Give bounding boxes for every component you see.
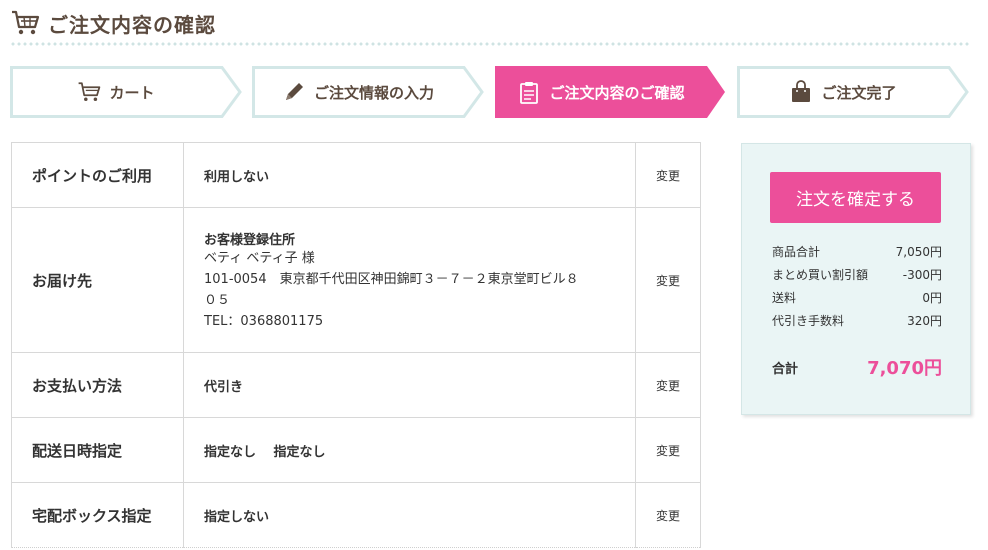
cod-fee-label: 代引き手数料 (772, 314, 845, 328)
table-row-datetime: 配送日時指定 指定なし 指定なし 変更 (11, 417, 701, 483)
recipient-name: ベティ ベティ子 様 (204, 250, 315, 266)
shipping-label: 送料 (772, 291, 797, 305)
points-value: 利用しない (183, 142, 636, 208)
order-info-table: ポイントのご利用 利用しない 変更 お届け先 お客様登録住所 ベティ ベティ子 … (11, 142, 701, 548)
points-label: ポイントのご利用 (11, 142, 184, 208)
payment-value: 代引き (183, 352, 636, 418)
summary-row-shipping: 送料 0円 (772, 289, 942, 306)
box-label: 宅配ボックス指定 (11, 482, 184, 548)
cart-icon (79, 82, 101, 101)
clipboard-icon (520, 82, 539, 104)
box-change-link[interactable]: 変更 (656, 509, 680, 523)
step-confirm: ご注文内容のご確認 (495, 66, 727, 118)
discount-label: まとめ買い割引額 (772, 268, 869, 282)
address-line-1: 101-0054 東京都千代田区神田錦町３－７－２東京堂町ビル８ (204, 271, 579, 287)
payment-label: お支払い方法 (11, 352, 184, 418)
table-row-box: 宅配ボックス指定 指定しない 変更 (11, 482, 701, 548)
address-title: お客様登録住所 (204, 232, 296, 248)
step-complete-label: ご注文完了 (821, 83, 897, 102)
step-cart: カート (10, 66, 242, 118)
delivery-value: お客様登録住所 ベティ ベティ子 様 101-0054 東京都千代田区神田錦町３… (183, 207, 636, 353)
delivery-change-link[interactable]: 変更 (656, 274, 680, 288)
checkout-steps: カート ご注文情報の入力 ご注文内容のご確認 ご注文完了 (10, 66, 970, 118)
step-order-info-label: ご注文情報の入力 (313, 83, 434, 102)
telephone: TEL：0368801175 (204, 313, 324, 329)
step-order-info: ご注文情報の入力 (252, 66, 484, 118)
total-value: 7,070円 (867, 358, 942, 379)
cart-icon (12, 10, 40, 35)
table-row-delivery: お届け先 お客様登録住所 ベティ ベティ子 様 101-0054 東京都千代田区… (11, 207, 701, 353)
order-summary: 注文を確定する 商品合計 7,050円 まとめ買い割引額 -300円 送料 0円… (741, 143, 971, 415)
summary-row-discount: まとめ買い割引額 -300円 (772, 266, 942, 283)
table-row-payment: お支払い方法 代引き 変更 (11, 352, 701, 418)
cod-fee-value: 320円 (907, 314, 942, 328)
box-value: 指定しない (183, 482, 636, 548)
total-label: 合計 (772, 361, 799, 377)
datetime-value: 指定なし 指定なし (183, 417, 636, 483)
summary-row-subtotal: 商品合計 7,050円 (772, 243, 942, 260)
step-complete: ご注文完了 (737, 66, 969, 118)
confirm-order-button[interactable]: 注文を確定する (770, 172, 941, 223)
delivery-label: お届け先 (11, 207, 184, 353)
payment-change-link[interactable]: 変更 (656, 379, 680, 393)
summary-total: 合計 7,070円 (772, 354, 942, 380)
bag-icon (792, 80, 811, 102)
address-line-2: ０５ (204, 292, 231, 308)
points-change-link[interactable]: 変更 (656, 169, 680, 183)
subtotal-value: 7,050円 (895, 245, 942, 259)
page-header: ご注文内容の確認 (10, 6, 216, 40)
page-title: ご注文内容の確認 (48, 12, 216, 37)
datetime-change-link[interactable]: 変更 (656, 444, 680, 458)
step-confirm-label: ご注文内容のご確認 (549, 83, 685, 102)
shipping-value: 0円 (922, 291, 942, 305)
table-row-points: ポイントのご利用 利用しない 変更 (11, 142, 701, 208)
discount-value: -300円 (902, 268, 942, 282)
datetime-label: 配送日時指定 (11, 417, 184, 483)
header-divider (10, 42, 970, 46)
step-cart-label: カート (109, 83, 155, 102)
summary-row-cod-fee: 代引き手数料 320円 (772, 312, 942, 329)
subtotal-label: 商品合計 (772, 245, 821, 259)
pencil-icon (285, 83, 303, 100)
